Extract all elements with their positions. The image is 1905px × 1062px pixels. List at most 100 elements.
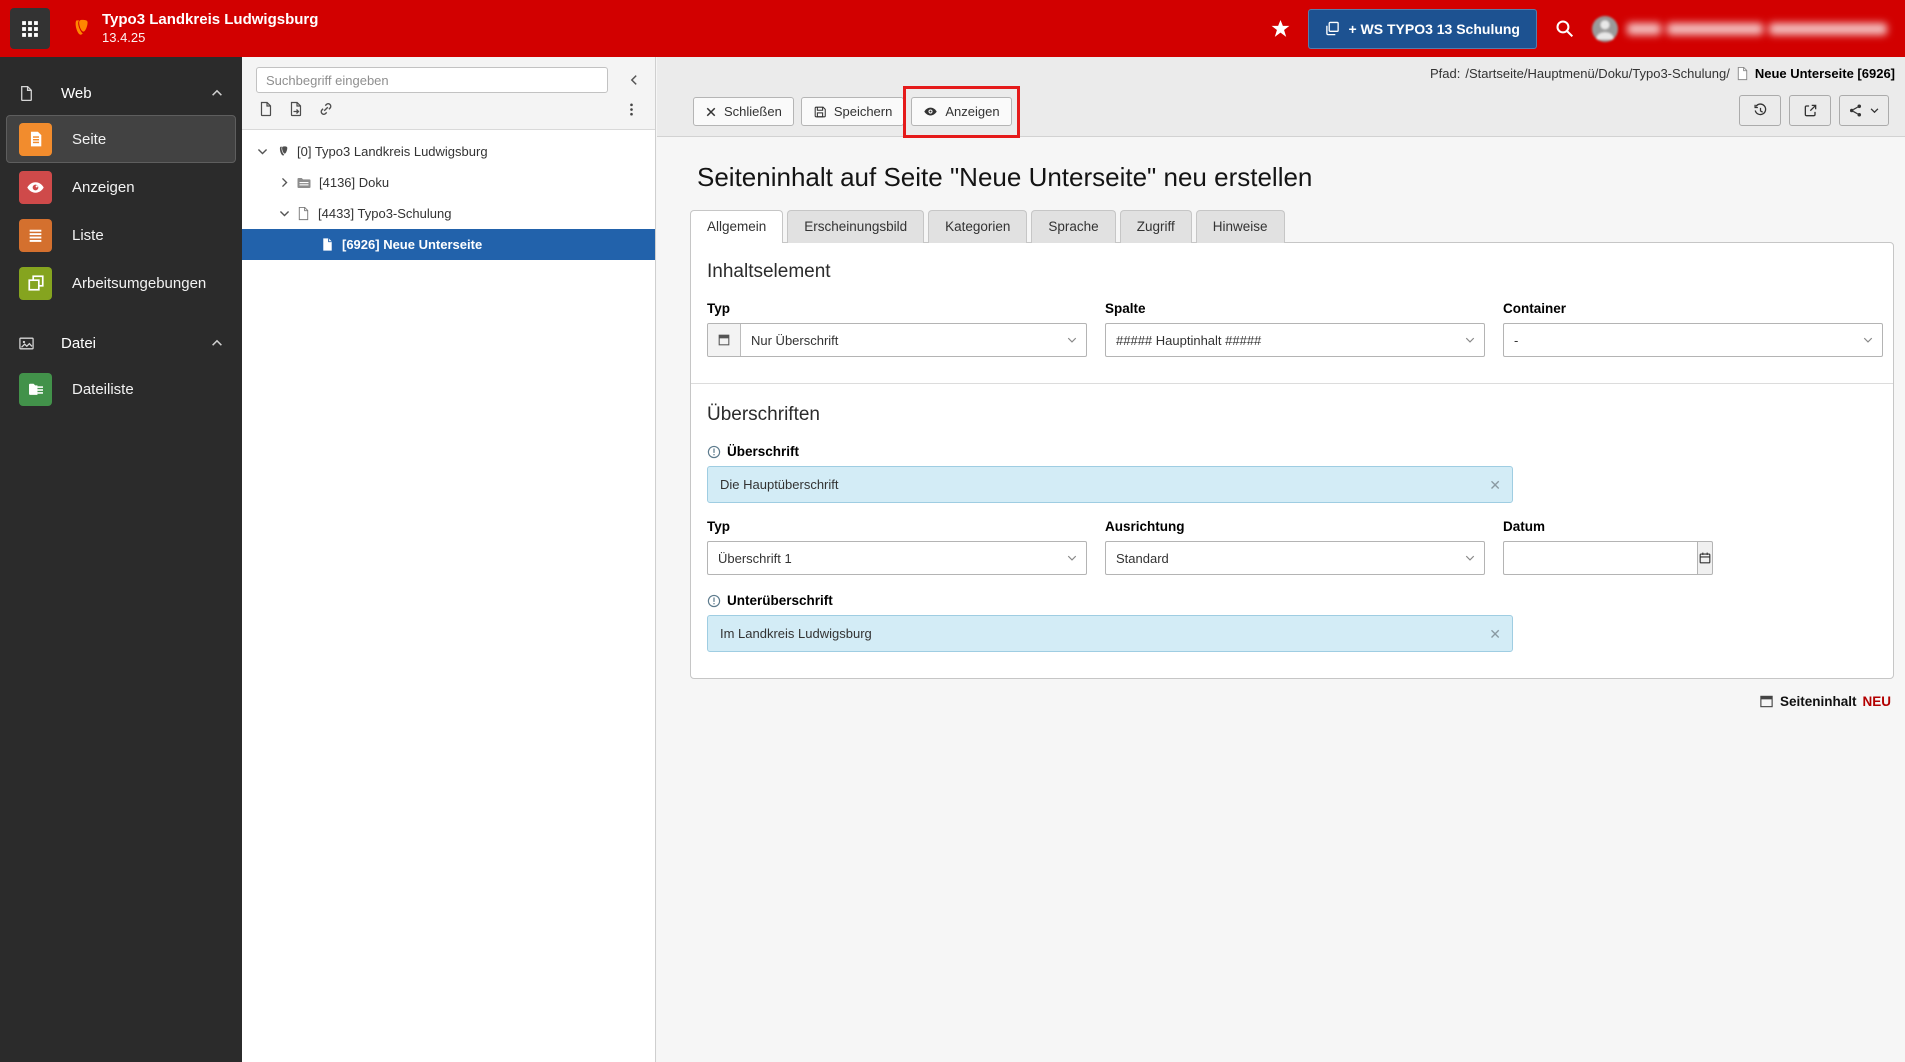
ueberschrift-input[interactable] [707, 466, 1513, 503]
eye-module-icon [19, 170, 52, 204]
chevron-down-icon [1869, 105, 1880, 116]
sidebar-item-anzeigen[interactable]: Anzeigen [6, 163, 236, 211]
tree-more-menu-icon[interactable] [624, 102, 639, 117]
new-page-drag-icon[interactable] [288, 101, 304, 117]
chevron-down-icon [1862, 334, 1874, 346]
ueberschrift-field: ✕ [707, 466, 1513, 503]
sidebar-item-seite[interactable]: Seite [6, 115, 236, 163]
save-button[interactable]: Speichern [800, 97, 905, 126]
chevron-down-icon [1066, 334, 1078, 346]
close-button[interactable]: Schließen [693, 97, 794, 126]
breadcrumb: Pfad: /Startseite/Hauptmenü/Doku/Typo3-S… [1429, 66, 1895, 81]
content-area: Pfad: /Startseite/Hauptmenü/Doku/Typo3-S… [657, 57, 1905, 1062]
avatar-icon [1592, 15, 1618, 42]
external-link-icon [1803, 103, 1818, 118]
tab-hinweise[interactable]: Hinweise [1195, 210, 1285, 243]
link-icon[interactable] [318, 101, 334, 117]
ueberschrift-typ-select[interactable]: Überschrift 1 [707, 541, 1087, 575]
tree-node-root[interactable]: [0] Typo3 Landkreis Ludwigsburg [242, 136, 655, 167]
workspace-button[interactable]: + WS TYPO3 13 Schulung [1308, 8, 1537, 49]
tab-allgemein[interactable]: Allgemein [690, 210, 784, 244]
typo3-logo-icon [274, 144, 290, 160]
container-select[interactable]: - [1503, 323, 1883, 357]
chevron-down-icon [1464, 552, 1476, 564]
record-type-label: Seiteninhalt [1779, 694, 1857, 709]
image-icon [18, 335, 35, 352]
tree-search-input[interactable] [256, 67, 608, 93]
tab-sprache[interactable]: Sprache [1031, 210, 1116, 243]
clear-icon[interactable]: ✕ [1489, 627, 1501, 641]
favorites-button[interactable] [1271, 19, 1290, 38]
module-menu-toggle-button[interactable] [10, 8, 50, 49]
share-nodes-icon [1848, 103, 1863, 118]
history-button[interactable] [1739, 95, 1781, 126]
section-heading-inhaltselement: Inhaltselement [707, 261, 831, 282]
tab-kategorien[interactable]: Kategorien [928, 210, 1028, 243]
view-button-annotation: Anzeigen [903, 86, 1020, 138]
content-element-icon [1759, 694, 1774, 709]
record-footer: Seiteninhalt NEU [657, 694, 1891, 709]
sidebar-group-datei[interactable]: Datei [0, 321, 242, 365]
topbar-search-button[interactable] [1555, 19, 1574, 38]
calendar-icon [1698, 551, 1712, 565]
field-label-datum: Datum [1503, 519, 1546, 534]
typo3-version: 13.4.25 [102, 30, 146, 45]
x-icon [705, 106, 717, 118]
tab-panel-allgemein: Inhaltselement Typ Nur Überschrift Spalt… [690, 242, 1894, 679]
chevron-down-icon[interactable] [276, 207, 292, 220]
tree-node-doku[interactable]: [4136] Doku [242, 167, 655, 198]
page-tree: [0] Typo3 Landkreis Ludwigsburg [4136] D… [242, 130, 655, 260]
user-menu[interactable] [1592, 15, 1887, 42]
site-title: Typo3 Landkreis Ludwigsburg [102, 11, 319, 28]
collapse-tree-button[interactable] [627, 73, 641, 87]
clear-icon[interactable]: ✕ [1489, 478, 1501, 492]
tab-zugriff[interactable]: Zugriff [1119, 210, 1192, 243]
site-brand[interactable]: Typo3 Landkreis Ludwigsburg 13.4.25 [66, 11, 318, 46]
chevron-up-icon [210, 336, 224, 350]
sidebar-item-dateiliste[interactable]: Dateiliste [6, 365, 236, 413]
info-circle-icon[interactable] [707, 445, 721, 459]
sidebar-item-liste[interactable]: Liste [6, 211, 236, 259]
sidebar-group-web[interactable]: Web [0, 71, 242, 115]
open-in-new-window-button[interactable] [1789, 95, 1831, 126]
info-circle-icon[interactable] [707, 594, 721, 608]
new-page-icon[interactable] [258, 101, 274, 117]
sidebar-item-arbeitsumgebungen[interactable]: Arbeitsumgebungen [6, 259, 236, 307]
datum-input[interactable] [1503, 541, 1697, 575]
ausrichtung-select[interactable]: Standard [1105, 541, 1485, 575]
doc-header: Pfad: /Startseite/Hauptmenü/Doku/Typo3-S… [657, 57, 1905, 138]
breadcrumb-path[interactable]: /Startseite/Hauptmenü/Doku/Typo3-Schulun… [1465, 66, 1729, 81]
list-module-icon [19, 218, 52, 252]
typ-select[interactable]: Nur Überschrift [707, 323, 1087, 357]
filelist-module-icon [19, 372, 52, 406]
tab-erscheinungsbild[interactable]: Erscheinungsbild [787, 210, 925, 243]
page-icon [296, 206, 311, 221]
field-label-ausrichtung: Ausrichtung [1105, 519, 1185, 534]
datum-field [1503, 541, 1713, 575]
document-outline-icon [18, 85, 35, 102]
view-button[interactable]: Anzeigen [911, 97, 1012, 126]
unterueberschrift-field: ✕ [707, 615, 1513, 652]
grid-icon [21, 20, 39, 38]
field-label-container: Container [1503, 301, 1567, 316]
spalte-select[interactable]: ##### Hauptinhalt ##### [1105, 323, 1485, 357]
field-label-spalte: Spalte [1105, 301, 1146, 316]
page-title: Seiteninhalt auf Seite "Neue Unterseite"… [697, 162, 1313, 192]
chevron-right-icon[interactable] [276, 176, 292, 189]
calendar-button[interactable] [1697, 541, 1713, 575]
tree-node-typo3-schulung[interactable]: [4433] Typo3-Schulung [242, 198, 655, 229]
field-label-typ2: Typ [707, 519, 730, 534]
field-label-typ: Typ [707, 301, 730, 316]
chevron-down-icon [1066, 552, 1078, 564]
page-tree-panel: [0] Typo3 Landkreis Ludwigsburg [4136] D… [242, 57, 656, 1062]
magnifier-icon [1555, 19, 1574, 38]
username-redacted [1627, 22, 1887, 35]
floppy-icon [813, 105, 827, 119]
tree-node-neue-unterseite[interactable]: [6926] Neue Unterseite [242, 229, 655, 260]
form-tabs: Allgemein Erscheinungsbild Kategorien Sp… [690, 210, 1905, 244]
unterueberschrift-input[interactable] [707, 615, 1513, 652]
breadcrumb-record: Neue Unterseite [6926] [1754, 66, 1895, 81]
share-button[interactable] [1839, 95, 1889, 126]
chevron-down-icon [1464, 334, 1476, 346]
chevron-down-icon[interactable] [254, 145, 270, 158]
